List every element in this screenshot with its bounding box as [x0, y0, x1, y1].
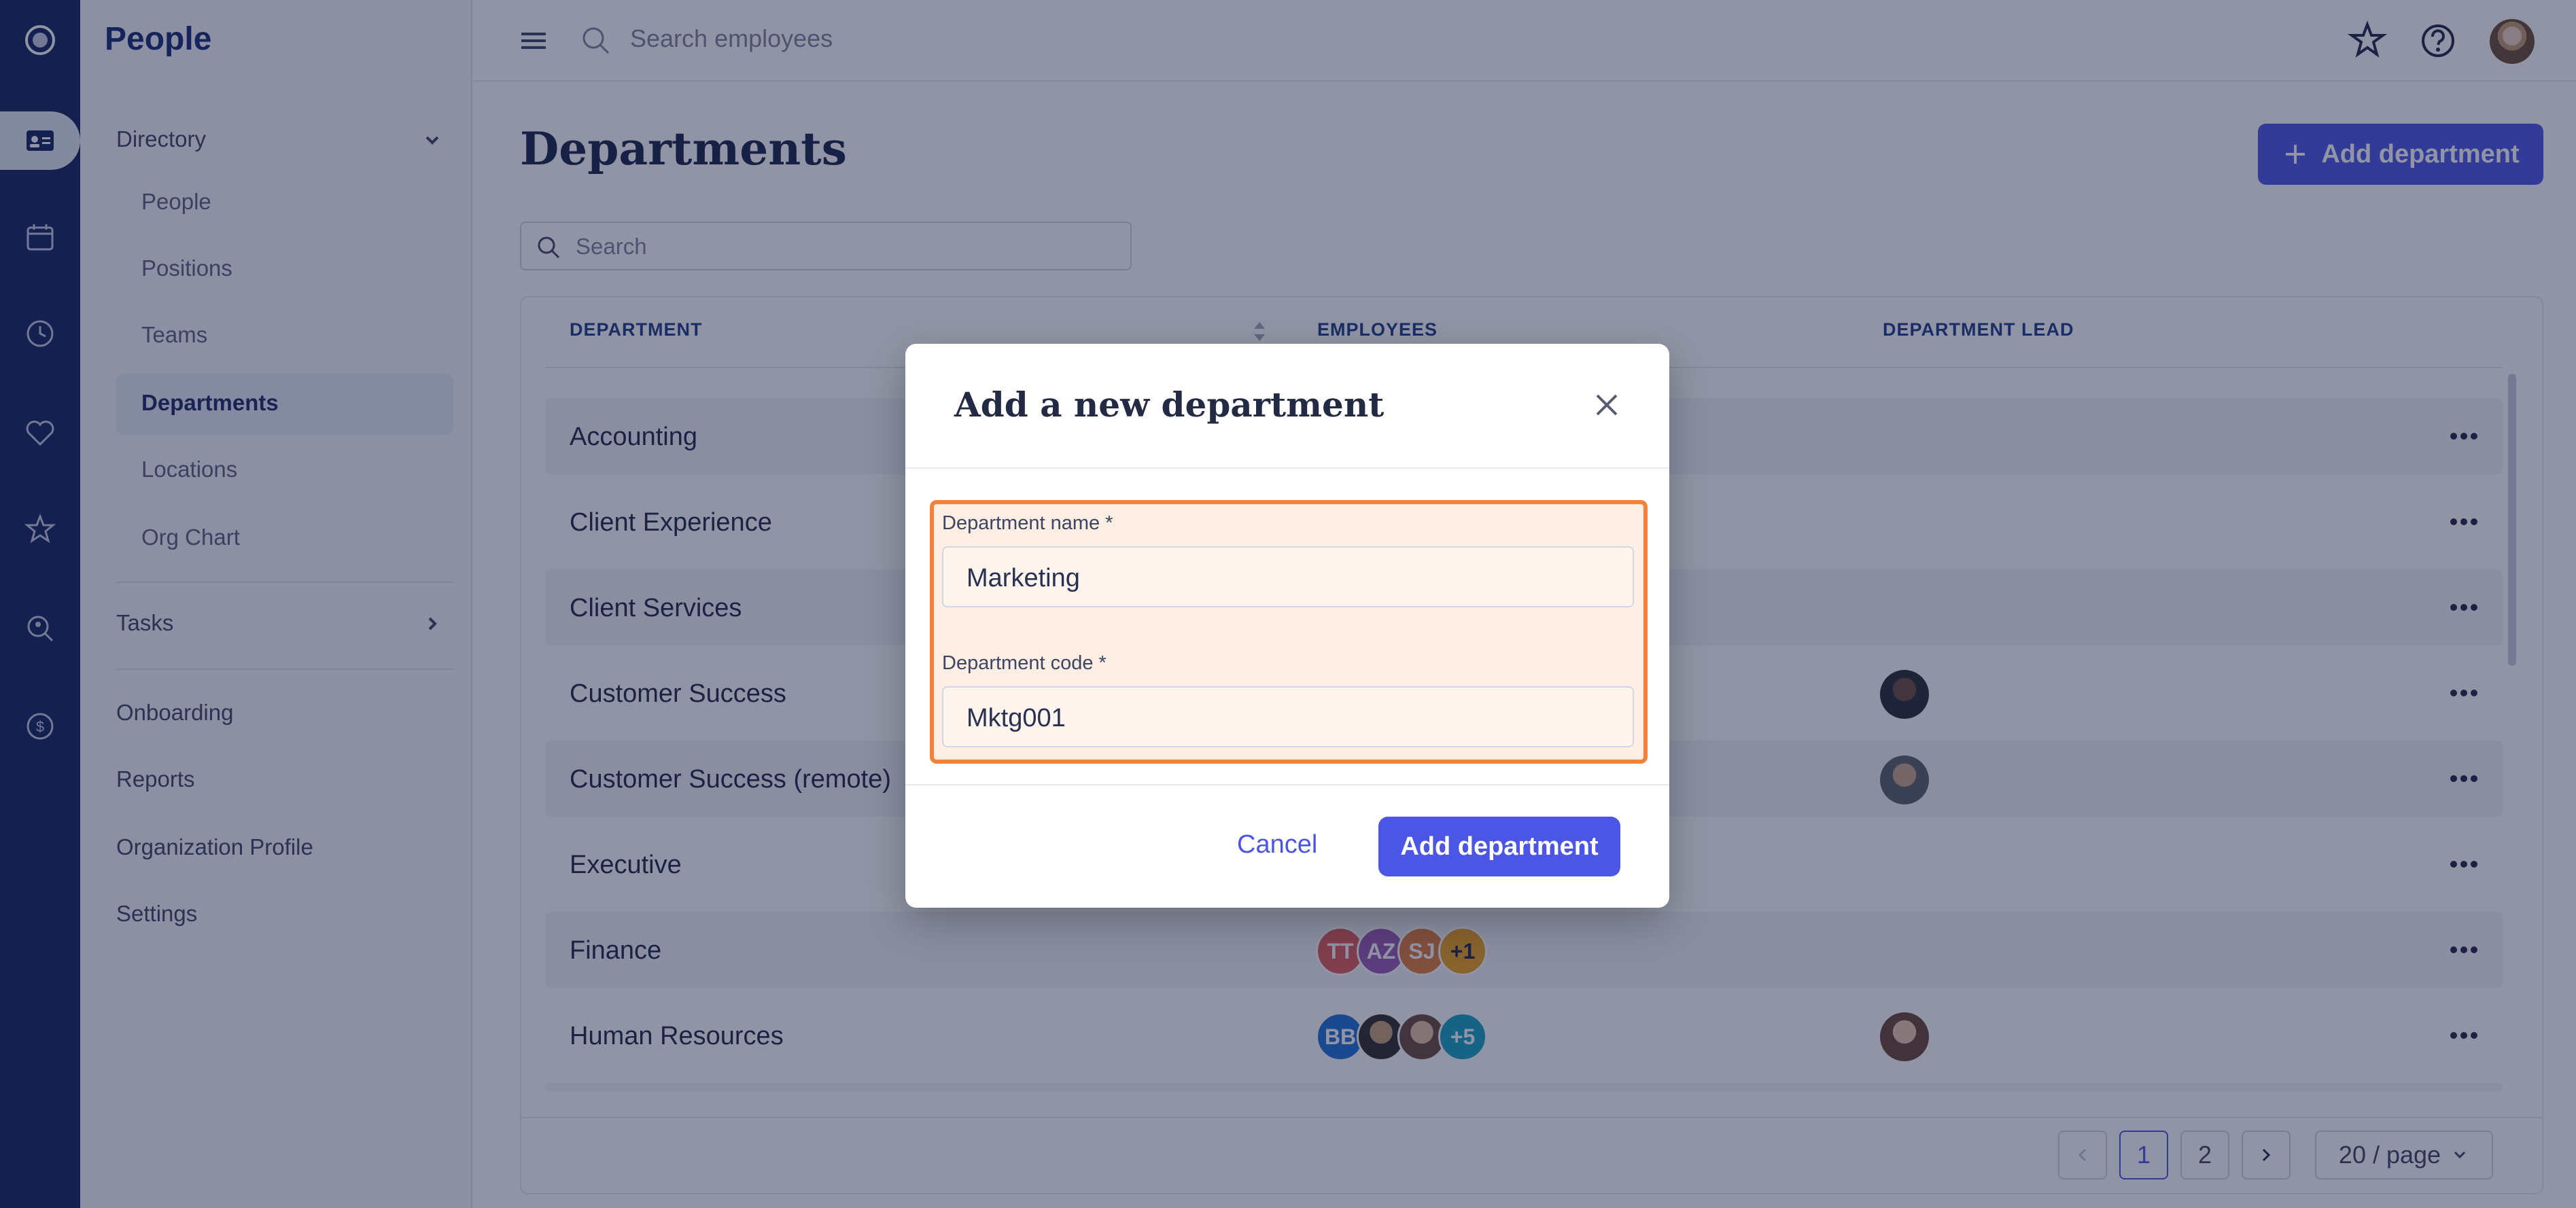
- add-department-submit-button[interactable]: Add department: [1378, 817, 1620, 876]
- required-mark: *: [1105, 512, 1113, 534]
- department-name-label: Department name *: [942, 512, 1113, 535]
- dialog-divider: [905, 467, 1669, 469]
- dialog-divider: [905, 784, 1669, 785]
- close-icon[interactable]: [1588, 386, 1626, 424]
- department-name-field[interactable]: Marketing: [942, 546, 1634, 607]
- required-mark: *: [1098, 652, 1107, 674]
- cancel-button[interactable]: Cancel: [1237, 830, 1317, 859]
- department-code-label-text: Department code: [942, 652, 1094, 674]
- department-name-value: Marketing: [967, 564, 1080, 592]
- dialog-title: Add a new department: [954, 385, 1385, 425]
- department-code-value: Mktg001: [967, 704, 1066, 732]
- department-code-label: Department code *: [942, 652, 1107, 675]
- department-code-field[interactable]: Mktg001: [942, 686, 1634, 747]
- department-name-label-text: Department name: [942, 512, 1100, 534]
